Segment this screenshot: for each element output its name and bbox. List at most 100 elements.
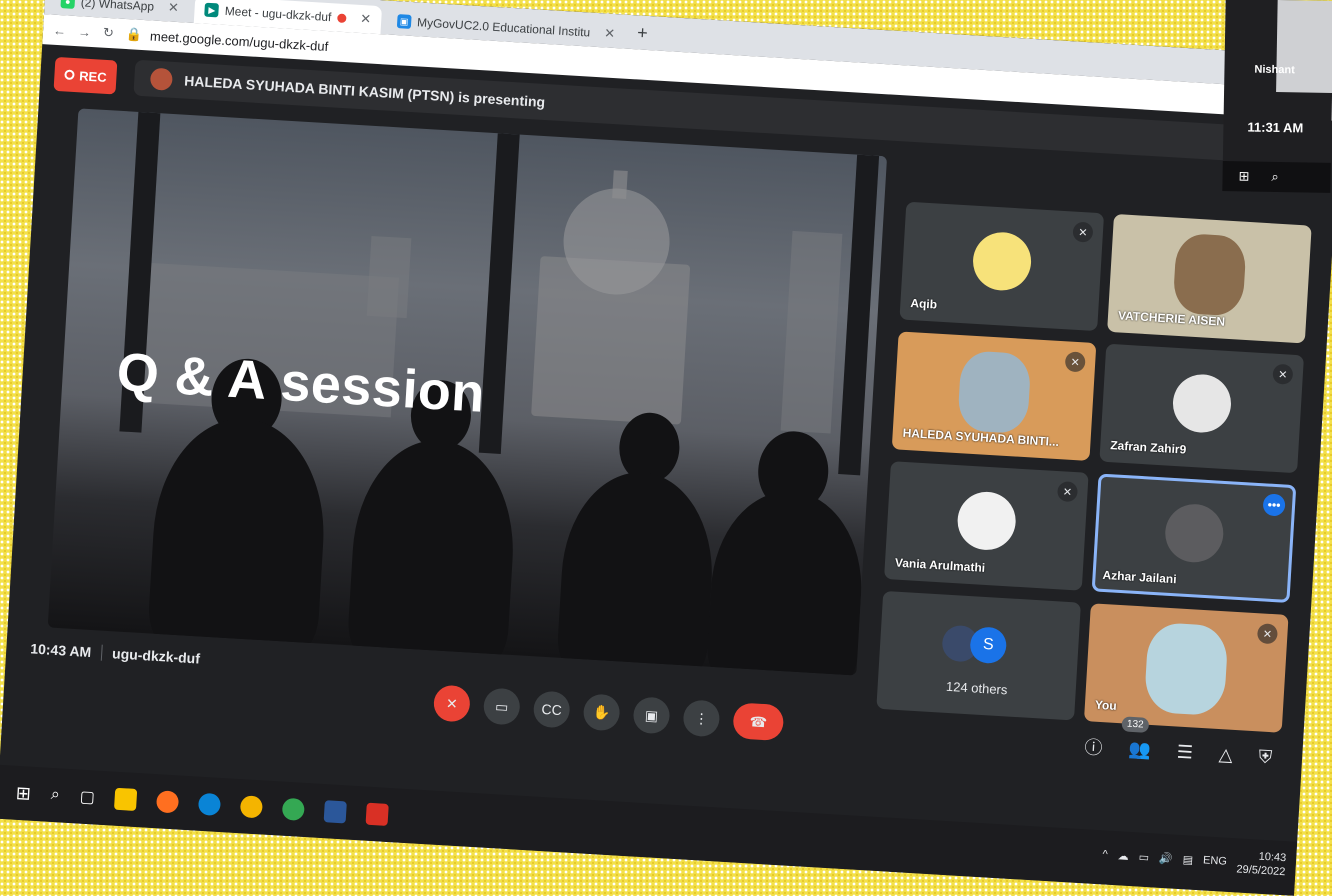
camera-name: Nishant — [1254, 63, 1295, 77]
meeting-info: 10:43 AM ugu-dkzk-duf — [30, 640, 200, 666]
participant-name: Azhar Jailani — [1102, 567, 1177, 587]
participant-tile-zafran[interactable]: ✕ Zafran Zahir9 — [1099, 343, 1305, 474]
notification-icon[interactable]: ▤ — [1182, 853, 1193, 867]
language-indicator[interactable]: ENG — [1203, 854, 1228, 867]
info-icon[interactable]: ⓘ — [1084, 733, 1104, 760]
participant-tile-vania[interactable]: ✕ Vania Arulmathi — [884, 461, 1089, 591]
browser-window: ● (2) WhatsApp ✕ ▶ Meet - ugu-dkzk-duf ✕… — [0, 0, 1332, 896]
host-controls-icon[interactable]: ⛨ — [1258, 746, 1273, 768]
tray-expand-icon[interactable]: ^ — [1102, 848, 1108, 860]
mic-off-icon: ✕ — [1072, 221, 1094, 243]
video-feed — [1172, 232, 1247, 317]
silhouette-person — [146, 413, 331, 664]
windows-start-icon[interactable]: ⊞ — [1238, 168, 1249, 184]
close-tab-icon[interactable]: ✕ — [360, 11, 372, 28]
participant-tile-azhar[interactable]: ••• Azhar Jailani — [1091, 473, 1297, 604]
search-icon[interactable]: ⌕ — [1271, 169, 1279, 185]
task-view-icon[interactable]: ▢ — [79, 787, 95, 808]
search-icon[interactable]: ⌕ — [50, 786, 60, 805]
window-frame — [838, 154, 880, 476]
mygov-icon: ▣ — [396, 14, 412, 29]
avatar — [971, 230, 1033, 293]
leave-call-button[interactable]: ☎ — [732, 702, 785, 742]
record-icon — [63, 69, 75, 81]
windows-start-icon[interactable]: ⊞ — [15, 782, 31, 804]
participant-name: Aqib — [910, 296, 938, 312]
onedrive-icon[interactable]: ☁ — [1117, 849, 1129, 863]
system-tray: ^ ☁ ▭ 🔊 ▤ ENG 10:43 29/5/2022 — [1102, 840, 1287, 879]
avatar-initial: S — [969, 626, 1008, 665]
tab-label: (2) WhatsApp — [80, 0, 155, 14]
mic-off-icon: ✕ — [1056, 481, 1079, 503]
captions-button[interactable]: CC — [532, 690, 571, 729]
recording-dot-icon — [337, 13, 347, 23]
silhouette-person — [705, 486, 867, 676]
present-button[interactable]: ▣ — [632, 696, 671, 735]
presenter-avatar — [149, 67, 174, 91]
presenting-text: HALEDA SYUHADA BINTI KASIM (PTSN) is pre… — [183, 72, 546, 110]
people-button[interactable]: 132 👥 — [1121, 715, 1151, 760]
taskbar-clock[interactable]: 10:43 29/5/2022 — [1236, 848, 1287, 879]
forward-icon[interactable]: → — [78, 24, 92, 40]
second-monitor: Nishant 11:31 AM ⊞ ⌕ — [1222, 0, 1332, 193]
silhouette-person — [345, 435, 520, 675]
chrome-icon[interactable] — [239, 795, 264, 819]
others-count: 124 others — [945, 678, 1008, 698]
word-icon[interactable] — [323, 800, 348, 824]
volume-icon[interactable]: 🔊 — [1159, 851, 1173, 865]
recording-badge: REC — [53, 56, 118, 95]
camera-toggle-button[interactable]: ▭ — [482, 687, 521, 726]
meeting-code: ugu-dkzk-duf — [111, 645, 201, 667]
avatar — [1163, 502, 1225, 564]
background-tower — [780, 230, 843, 434]
activities-icon[interactable]: △ — [1218, 744, 1233, 766]
whatsapp-icon: ● — [60, 0, 76, 9]
chrome-active-icon[interactable] — [281, 797, 306, 821]
close-tab-icon[interactable]: ✕ — [604, 25, 616, 42]
edge-icon[interactable] — [198, 792, 222, 816]
more-options-icon[interactable]: ••• — [1262, 493, 1286, 517]
camera-feed — [1276, 0, 1332, 93]
silhouette-person — [555, 468, 718, 676]
participant-tile-aqib[interactable]: ✕ Aqib — [899, 201, 1105, 332]
participant-tile-you[interactable]: ✕ You — [1083, 603, 1289, 733]
raise-hand-button[interactable]: ✋ — [582, 693, 621, 732]
back-icon[interactable]: ← — [53, 22, 67, 38]
lock-icon: 🔒 — [125, 26, 143, 42]
file-explorer-icon[interactable] — [114, 787, 138, 811]
window-frame — [478, 133, 520, 454]
new-tab-button[interactable]: + — [637, 22, 649, 44]
call-controls: ✕ ▭ CC ✋ ▣ ⋮ ☎ — [432, 684, 785, 742]
avatar — [1171, 372, 1233, 435]
chat-icon[interactable]: ☰ — [1176, 741, 1193, 763]
tab-label: Meet - ugu-dkzk-duf — [224, 3, 332, 25]
participant-tile-others[interactable]: S 124 others — [876, 590, 1081, 721]
cathedral-lantern — [612, 170, 628, 199]
url-field[interactable]: 🔒 meet.google.com/ugu-dkzk-duf — [125, 26, 328, 54]
tab-label: MyGovUC2.0 Educational Institu — [416, 15, 591, 40]
clock-date: 29/5/2022 — [1236, 863, 1286, 879]
participant-tile-haleda[interactable]: ✕ HALEDA SYUHADA BINTI... — [891, 331, 1097, 461]
second-monitor-time: 11:31 AM — [1247, 119, 1304, 136]
video-feed — [956, 350, 1032, 435]
network-icon[interactable]: ▭ — [1138, 850, 1149, 864]
reload-icon[interactable]: ↻ — [103, 25, 115, 42]
close-tab-icon[interactable]: ✕ — [168, 0, 180, 16]
second-monitor-taskbar: ⊞ ⌕ — [1222, 161, 1331, 193]
url-text: meet.google.com/ugu-dkzk-duf — [149, 27, 329, 54]
monitor-photo: ● (2) WhatsApp ✕ ▶ Meet - ugu-dkzk-duf ✕… — [0, 0, 1332, 896]
participant-name: Vania Arulmathi — [894, 555, 986, 575]
participant-name: You — [1094, 697, 1118, 713]
meet-icon: ▶ — [204, 2, 220, 18]
presentation-stage: Q & A session — [47, 108, 888, 676]
others-avatars: S — [941, 624, 1008, 665]
participant-tile-vatcherie[interactable]: VATCHERIE AISEN — [1107, 213, 1312, 344]
mic-toggle-button[interactable]: ✕ — [432, 684, 471, 723]
avatar — [955, 490, 1018, 552]
more-options-button[interactable]: ⋮ — [682, 699, 721, 738]
participant-name: Zafran Zahir9 — [1109, 438, 1187, 457]
firefox-icon[interactable] — [156, 790, 180, 814]
rec-label: REC — [78, 67, 108, 85]
meeting-side-controls: ⓘ 132 👥 ☰ △ ⛨ — [1084, 715, 1273, 770]
acrobat-icon[interactable] — [365, 802, 389, 826]
